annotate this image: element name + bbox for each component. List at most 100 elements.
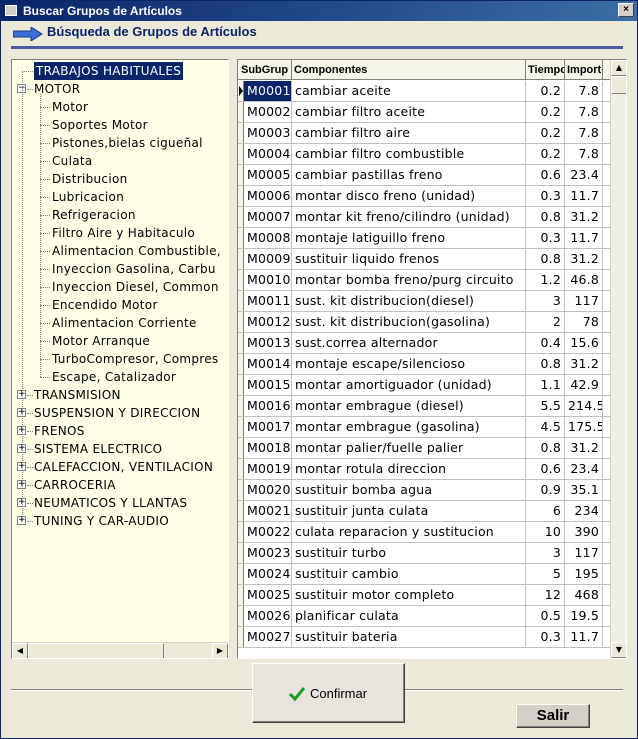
amount-cell[interactable]: 31.2 <box>565 354 603 374</box>
tree-item[interactable]: Soportes Motor <box>52 116 148 134</box>
tree-item[interactable]: NEUMATICOS Y LLANTAS <box>34 494 187 512</box>
time-cell[interactable]: 2 <box>526 312 565 332</box>
table-row[interactable]: M0012 sust. kit distribucion(gasolina) 2 78 <box>238 312 610 333</box>
component-cell[interactable]: culata reparacion y sustitucion <box>292 522 526 542</box>
amount-cell[interactable]: 35.1 <box>565 480 603 500</box>
component-cell[interactable]: montar embrague (gasolina) <box>292 417 526 437</box>
subgroup-code-cell[interactable]: M0002 <box>244 102 292 122</box>
amount-cell[interactable]: 468 <box>565 585 603 605</box>
table-row[interactable]: M0022 culata reparacion y sustitucion 10 39… <box>238 522 610 543</box>
time-cell[interactable]: 0.2 <box>526 144 565 164</box>
tree-item[interactable]: Filtro Aire y Habitaculo <box>52 224 195 242</box>
tree-item[interactable]: Alimentacion Corriente <box>52 314 197 332</box>
table-row[interactable]: M0018 montar palier/fuelle palier 0.8 31.2 <box>238 438 610 459</box>
component-cell[interactable]: sustituir junta culata <box>292 501 526 521</box>
component-cell[interactable]: sustituir bateria <box>292 627 526 647</box>
component-cell[interactable]: montar bomba freno/purg circuito <box>292 270 526 290</box>
component-cell[interactable]: montar disco freno (unidad) <box>292 186 526 206</box>
tree-item[interactable]: Motor Arranque <box>52 332 150 350</box>
component-cell[interactable]: cambiar aceite <box>292 81 526 101</box>
component-cell[interactable]: sustituir turbo <box>292 543 526 563</box>
table-row[interactable]: M0004 cambiar filtro combustible 0.2 7.8 <box>238 144 610 165</box>
time-cell[interactable]: 3 <box>526 291 565 311</box>
subgroup-code-cell[interactable]: M0001 <box>244 81 292 101</box>
subgroup-code-cell[interactable]: M0018 <box>244 438 292 458</box>
amount-cell[interactable]: 195 <box>565 564 603 584</box>
subgroup-code-cell[interactable]: M0004 <box>244 144 292 164</box>
subgroup-code-cell[interactable]: M0026 <box>244 606 292 626</box>
component-cell[interactable]: planificar culata <box>292 606 526 626</box>
amount-cell[interactable]: 31.2 <box>565 438 603 458</box>
time-cell[interactable]: 0.3 <box>526 627 565 647</box>
time-cell[interactable]: 0.3 <box>526 186 565 206</box>
time-cell[interactable]: 6 <box>526 501 565 521</box>
tree-item[interactable]: FRENOS <box>34 422 85 440</box>
time-cell[interactable]: 0.3 <box>526 228 565 248</box>
subgroup-code-cell[interactable]: M0003 <box>244 123 292 143</box>
subgroup-code-cell[interactable]: M0021 <box>244 501 292 521</box>
table-row[interactable]: M0001 cambiar aceite 0.2 7.8 <box>238 81 610 102</box>
time-cell[interactable]: 0.2 <box>526 123 565 143</box>
amount-cell[interactable]: 7.8 <box>565 102 603 122</box>
time-cell[interactable]: 0.6 <box>526 165 565 185</box>
column-header[interactable]: Componentes <box>292 60 526 80</box>
subgroup-code-cell[interactable]: M0005 <box>244 165 292 185</box>
table-row[interactable]: M0009 sustituir liquido frenos 0.8 31.2 <box>238 249 610 270</box>
tree-item[interactable]: SUSPENSION Y DIRECCION <box>34 404 200 422</box>
scroll-up-button[interactable]: ▲ <box>611 60 626 76</box>
component-cell[interactable]: sustituir bomba agua <box>292 480 526 500</box>
time-cell[interactable]: 1.2 <box>526 270 565 290</box>
time-cell[interactable]: 0.6 <box>526 459 565 479</box>
tree-item[interactable]: SISTEMA ELECTRICO <box>34 440 162 458</box>
component-cell[interactable]: sust.correa alternador <box>292 333 526 353</box>
table-row[interactable]: M0008 montaje latiguillo freno 0.3 11.7 <box>238 228 610 249</box>
column-header[interactable]: Importe <box>565 60 603 80</box>
component-cell[interactable]: montar embrague (diesel) <box>292 396 526 416</box>
grid-vertical-scrollbar[interactable]: ▲ ▼ <box>610 60 626 658</box>
component-cell[interactable]: montaje escape/silencioso <box>292 354 526 374</box>
time-cell[interactable]: 0.4 <box>526 333 565 353</box>
category-tree[interactable]: ◀ ▶ TRABAJOS HABITUALES − MOTOR Motor Soport… <box>11 59 229 659</box>
table-row[interactable]: M0021 sustituir junta culata 6 234 <box>238 501 610 522</box>
subgroup-code-cell[interactable]: M0023 <box>244 543 292 563</box>
component-cell[interactable]: cambiar filtro aceite <box>292 102 526 122</box>
subgroup-code-cell[interactable]: M0025 <box>244 585 292 605</box>
tree-item[interactable]: CARROCERIA <box>34 476 116 494</box>
time-cell[interactable]: 1.1 <box>526 375 565 395</box>
amount-cell[interactable]: 7.8 <box>565 81 603 101</box>
table-row[interactable]: M0011 sust. kit distribucion(diesel) 3 117 <box>238 291 610 312</box>
subgroup-code-cell[interactable]: M0010 <box>244 270 292 290</box>
component-cell[interactable]: montaje latiguillo freno <box>292 228 526 248</box>
subgroup-code-cell[interactable]: M0014 <box>244 354 292 374</box>
tree-item[interactable]: Distribucion <box>52 170 128 188</box>
subgroup-code-cell[interactable]: M0007 <box>244 207 292 227</box>
tree-item[interactable]: Alimentacion Combustible, <box>52 242 221 260</box>
amount-cell[interactable]: 31.2 <box>565 207 603 227</box>
time-cell[interactable]: 0.2 <box>526 102 565 122</box>
subgroup-code-cell[interactable]: M0016 <box>244 396 292 416</box>
scroll-thumb[interactable] <box>611 76 626 94</box>
exit-button[interactable]: Salir <box>516 704 590 728</box>
amount-cell[interactable]: 117 <box>565 543 603 563</box>
table-row[interactable]: M0023 sustituir turbo 3 117 <box>238 543 610 564</box>
table-row[interactable]: M0016 montar embrague (diesel) 5.5 214.5 <box>238 396 610 417</box>
tree-item[interactable]: Inyeccion Gasolina, Carbu <box>52 260 216 278</box>
component-cell[interactable]: sust. kit distribucion(diesel) <box>292 291 526 311</box>
component-cell[interactable]: montar amortiguador (unidad) <box>292 375 526 395</box>
amount-cell[interactable]: 214.5 <box>565 396 603 416</box>
component-cell[interactable]: cambiar filtro aire <box>292 123 526 143</box>
tree-item[interactable]: TRANSMISION <box>34 386 121 404</box>
table-row[interactable]: M0014 montaje escape/silencioso 0.8 31.2 <box>238 354 610 375</box>
table-row[interactable]: M0010 montar bomba freno/purg circuito 1.2… <box>238 270 610 291</box>
tree-item[interactable]: Escape, Catalizador <box>52 368 176 386</box>
tree-item[interactable]: TUNING Y CAR-AUDIO <box>34 512 169 530</box>
tree-item[interactable]: Culata <box>52 152 93 170</box>
column-header[interactable]: Tiempo <box>526 60 565 80</box>
component-cell[interactable]: montar kit freno/cilindro (unidad) <box>292 207 526 227</box>
table-row[interactable]: M0020 sustituir bomba agua 0.9 35.1 <box>238 480 610 501</box>
subgroup-code-cell[interactable]: M0011 <box>244 291 292 311</box>
scroll-down-button[interactable]: ▼ <box>611 642 626 658</box>
table-row[interactable]: M0006 montar disco freno (unidad) 0.3 11.7 <box>238 186 610 207</box>
time-cell[interactable]: 0.8 <box>526 207 565 227</box>
amount-cell[interactable]: 15.6 <box>565 333 603 353</box>
